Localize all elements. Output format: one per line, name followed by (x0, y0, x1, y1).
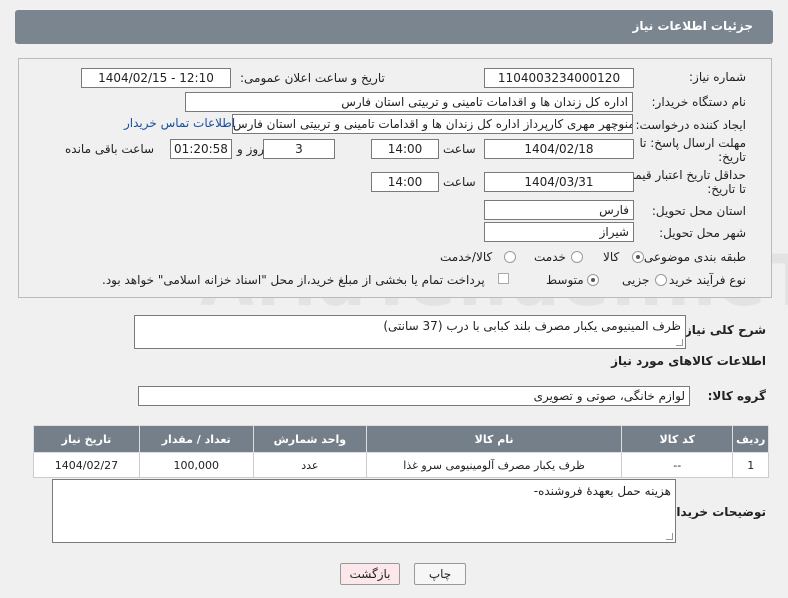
price-validity-date-field: 1404/03/31 (484, 172, 634, 192)
goods-section-title: اطلاعات کالاهای مورد نیاز (611, 354, 766, 368)
goods-group-label: گروه کالا: (707, 389, 766, 403)
process-radio-minor[interactable] (655, 274, 667, 286)
announce-field: 1404/02/15 - 12:10 (81, 68, 231, 88)
buyer-org-field: اداره کل زندان ها و اقدامات تامینی و ترب… (185, 92, 633, 112)
col-quantity: تعداد / مقدار (138, 425, 254, 453)
need-number-label: شماره نیاز: (689, 70, 746, 84)
cell-unit: عدد (252, 452, 368, 478)
category-option-goods: کالا (603, 250, 620, 264)
deadline-time-label: ساعت (443, 142, 476, 156)
deadline-time-field: 14:00 (371, 139, 439, 159)
resize-handle-icon[interactable] (676, 339, 683, 346)
days-label: روز و (237, 142, 264, 156)
buyer-notes-field: هزینه حمل بعهدۀ فروشنده- (52, 479, 676, 543)
category-radio-goods[interactable] (632, 251, 644, 263)
province-field: فارس (484, 200, 634, 220)
summary-label: شرح کلی نیاز: (680, 323, 766, 337)
category-option-service: خدمت (534, 250, 566, 264)
page-title: جزئیات اطلاعات نیاز (632, 19, 753, 33)
city-field: شیراز (484, 222, 634, 242)
category-radio-service[interactable] (571, 251, 583, 263)
price-validity-time-label: ساعت (443, 175, 476, 189)
category-option-goods-service: کالا/خدمت (440, 250, 493, 264)
category-radio-goods-service[interactable] (504, 251, 516, 263)
days-field: 3 (263, 139, 335, 159)
cell-goods-code: -- (620, 452, 734, 478)
goods-table: تاریخ نیاز تعداد / مقدار واحد شمارش نام … (33, 425, 769, 478)
process-option-minor: جزیی (622, 273, 650, 287)
need-number-field: 1104003234000120 (484, 68, 634, 88)
buyer-notes-text: هزینه حمل بعهدۀ فروشنده- (533, 484, 671, 498)
cell-quantity: 100,000 (138, 452, 254, 478)
deadline-date-field: 1404/02/18 (484, 139, 634, 159)
category-label: طبقه بندی موضوعی: (639, 250, 746, 264)
table-row: 1404/02/27 100,000 عدد ظرف یکبار مصرف آل… (33, 452, 769, 478)
process-option-medium: متوسط (546, 273, 584, 287)
print-button[interactable]: چاپ (414, 563, 466, 585)
remaining-label: ساعت باقی مانده (65, 142, 155, 156)
process-label: نوع فرآیند خرید : (661, 273, 746, 287)
buyer-notes-label: توضیحات خریدار: (664, 505, 766, 519)
remaining-time-field: 01:20:58 (170, 139, 232, 159)
price-validity-label: حداقل تاریخ اعتبار قیمت: تا تاریخ: (619, 168, 746, 196)
city-label: شهر محل تحویل: (659, 226, 746, 240)
requester-label: ایجاد کننده درخواست: (635, 118, 746, 132)
price-validity-time-field: 14:00 (371, 172, 439, 192)
col-need-date: تاریخ نیاز (33, 425, 140, 453)
summary-text: ظرف المینیومی یکبار مصرف بلند کبابی با د… (383, 319, 681, 333)
col-goods-name: نام کالا (366, 425, 622, 453)
requester-field: منوچهر مهری کارپرداز اداره کل زندان ها و… (232, 114, 633, 134)
col-unit: واحد شمارش (252, 425, 368, 453)
header-bar: جزئیات اطلاعات نیاز (15, 10, 773, 44)
treasury-payment-note: پرداخت تمام یا بخشی از مبلغ خرید،از محل … (102, 273, 485, 287)
process-radio-medium[interactable] (587, 274, 599, 286)
resize-handle-icon[interactable] (666, 533, 673, 540)
cell-goods-name: ظرف یکبار مصرف آلومینیومی سرو غذا (366, 452, 622, 478)
buyer-contact-link[interactable]: اطلاعات تماس خریدار (124, 116, 235, 130)
treasury-payment-checkbox[interactable] (498, 273, 509, 284)
announce-label: تاریخ و ساعت اعلان عمومی: (240, 71, 385, 85)
col-goods-code: کد کالا (620, 425, 734, 453)
province-label: استان محل تحویل: (651, 204, 746, 218)
summary-field: ظرف المینیومی یکبار مصرف بلند کبابی با د… (134, 315, 686, 349)
goods-group-field: لوازم خانگی، صوتی و تصویری (138, 386, 690, 406)
cell-row: 1 (732, 452, 769, 478)
buyer-org-label: نام دستگاه خریدار: (651, 95, 747, 109)
deadline-label: مهلت ارسال پاسخ: تا تاریخ: (639, 136, 746, 164)
cell-need-date: 1404/02/27 (33, 452, 140, 478)
col-row: ردیف (732, 425, 769, 453)
back-button[interactable]: بازگشت (340, 563, 400, 585)
